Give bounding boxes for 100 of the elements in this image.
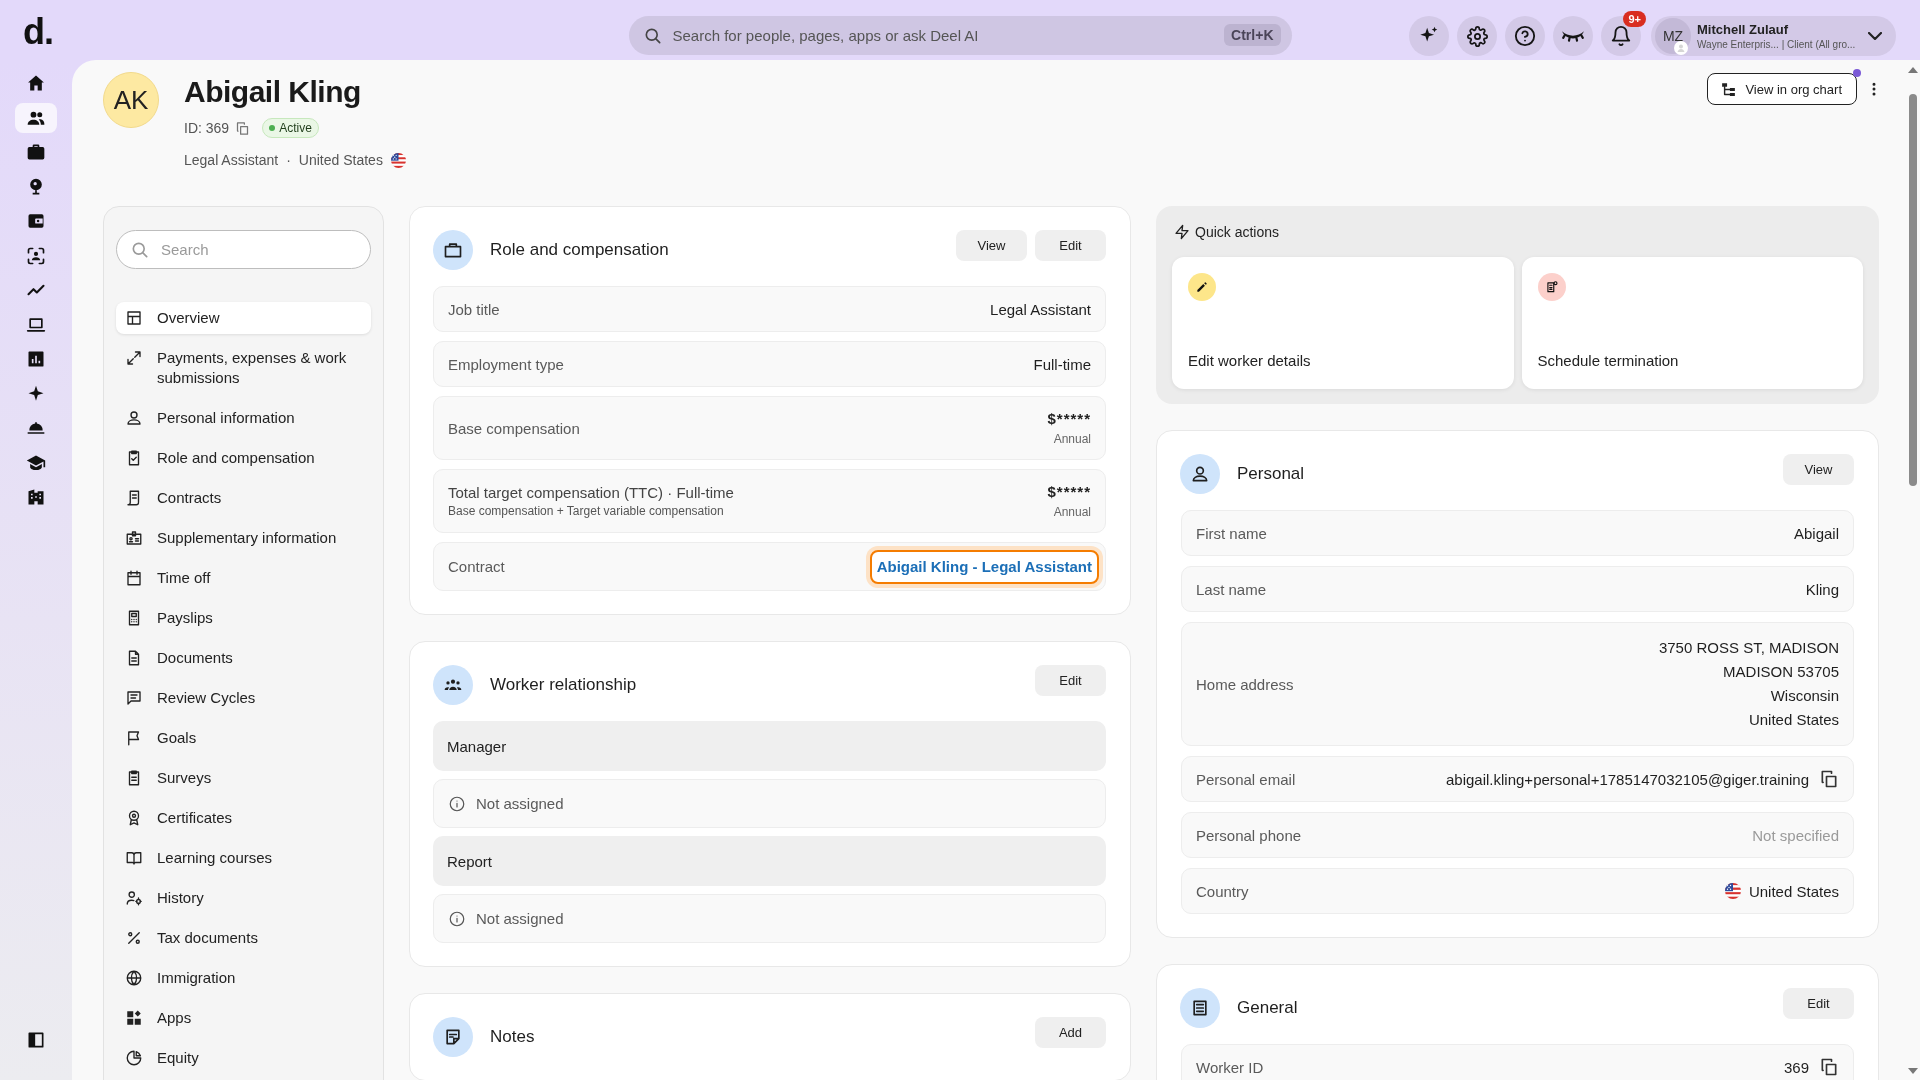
address-line: Wisconsin [1770, 686, 1839, 706]
edit-button[interactable]: Edit [1783, 988, 1854, 1019]
account-menu-button[interactable]: MZ Mitchell Zulauf Wayne Enterpris... | Client (All gro... [1651, 16, 1896, 56]
chevron-down-icon [1868, 32, 1882, 40]
bell-icon [1610, 25, 1632, 47]
copy-icon[interactable] [1819, 1057, 1839, 1077]
address-line: MADISON 53705 [1723, 662, 1839, 682]
sidebar-nav-item[interactable]: Review Cycles [116, 682, 371, 714]
sidebar-nav-item[interactable]: Role and compensation [116, 442, 371, 474]
field-label: Personal phone [1196, 826, 1302, 844]
relationship-heading: Report [433, 836, 1106, 886]
field-value: abigail.kling+personal+1785147032105@giger.training [1446, 770, 1809, 788]
privacy-toggle-button[interactable] [1553, 16, 1593, 56]
person-icon [125, 409, 143, 427]
user-name: Mitchell Zulauf [1697, 21, 1788, 38]
sidebar-nav-item[interactable]: Surveys [116, 762, 371, 794]
layout-icon [125, 309, 143, 327]
field-label: Country [1196, 882, 1249, 900]
sidebar-nav-item[interactable]: Equity [116, 1042, 371, 1074]
scroll-up-icon[interactable] [1907, 67, 1918, 73]
sidebar-nav-item[interactable]: Certificates [116, 802, 371, 834]
flag-icon [1724, 883, 1741, 899]
worker-id: ID: 369 [184, 120, 230, 136]
info-icon [448, 794, 466, 813]
globe-icon [125, 969, 143, 987]
person-gear-icon [125, 889, 143, 907]
edit-button[interactable]: Edit [1035, 665, 1106, 696]
masked-amount: $***** [1047, 483, 1091, 500]
percent-icon [125, 929, 143, 947]
logo[interactable]: d. [23, 12, 53, 52]
field-value: Kling [1805, 580, 1839, 598]
field-label: Total target compensation (TTC) · Full-time [448, 484, 734, 501]
field-label: Worker ID [1196, 1058, 1264, 1076]
edit-button[interactable]: Edit [1035, 230, 1106, 261]
field-value: Legal Assistant [990, 300, 1091, 318]
sidebar-nav-item[interactable]: Time off [116, 562, 371, 594]
sidebar-nav-item[interactable]: Supplementary information [116, 522, 371, 554]
calendar-icon [125, 569, 143, 587]
sidebar-nav-item[interactable]: Goals [116, 722, 371, 754]
sidebar-nav-item[interactable]: Tax documents [116, 922, 371, 954]
pay-frequency: Annual [1053, 505, 1091, 519]
field-label: Contract [448, 558, 505, 575]
sidebar-nav-item[interactable]: Apps [116, 1002, 371, 1034]
copy-icon[interactable] [1819, 769, 1839, 789]
settings-icon [1466, 25, 1488, 47]
field-label: Base compensation [448, 419, 580, 437]
sidebar-nav-item[interactable]: Learning courses [116, 842, 371, 874]
address-line: United States [1748, 710, 1839, 730]
scrollbar-thumb[interactable] [1908, 94, 1917, 486]
field-label: Job title [448, 300, 500, 318]
view-button[interactable]: View [1783, 454, 1854, 485]
sidebar-nav-item[interactable]: Documents [116, 642, 371, 674]
scroll-down-icon[interactable] [1907, 1068, 1918, 1074]
sidebar-nav-item[interactable]: Immigration [116, 962, 371, 994]
worker-avatar: AK [103, 72, 159, 128]
person-frame-icon [26, 245, 46, 266]
empty-value: Not assigned [476, 795, 564, 812]
field-sublabel: Base compensation + Target variable compensation [448, 504, 725, 518]
info-icon [448, 909, 466, 928]
search-field[interactable]: Search [116, 230, 371, 269]
address-line: 3750 ROSS ST, MADISON [1658, 638, 1839, 658]
id-badge-icon [125, 529, 143, 547]
field-value: 369 [1783, 1058, 1809, 1076]
notifications-button[interactable] [1601, 16, 1641, 56]
separator-dot: · [286, 152, 291, 168]
field-value: United States [1748, 882, 1839, 900]
message-icon [125, 689, 143, 707]
field-label: Employment type [448, 355, 564, 373]
sidebar-nav-item[interactable]: History [116, 882, 371, 914]
view-button[interactable]: View [956, 230, 1027, 261]
bar-chart-icon [26, 349, 46, 369]
ai-assistant-button[interactable] [1409, 16, 1449, 56]
diagonal-arrows-icon [125, 349, 143, 367]
org-chart-button[interactable]: View in org chart [1707, 73, 1857, 105]
home-icon [26, 73, 46, 93]
contract-link[interactable]: Abigail Kling - Legal Assistant [865, 545, 1103, 588]
wallet-icon [26, 211, 46, 231]
more-options-icon[interactable] [1871, 81, 1877, 97]
help-button[interactable] [1505, 16, 1545, 56]
card-title: Personal [1237, 464, 1305, 484]
sidebar-nav-item[interactable]: Contracts [116, 482, 371, 514]
empty-value: Not assigned [476, 910, 564, 927]
sidebar-nav-item[interactable]: Payments, expenses & work submissions [116, 342, 371, 394]
sidebar-toggle-icon[interactable] [26, 1030, 46, 1050]
note-icon [433, 1017, 473, 1057]
add-button[interactable]: Add [1035, 1017, 1106, 1048]
sidebar-nav-item[interactable]: Personal information [116, 402, 371, 434]
country-name: United States [298, 152, 383, 168]
sidebar-nav-item[interactable]: Overview [116, 302, 371, 334]
sidebar-nav-item[interactable]: Payslips [116, 602, 371, 634]
relationship-heading: Manager [433, 721, 1106, 771]
quick-action-card[interactable]: Edit worker details [1172, 257, 1514, 389]
quick-action-card[interactable]: Schedule termination [1521, 257, 1863, 389]
rail-nav-item[interactable] [15, 102, 57, 133]
status-dot-icon [269, 125, 276, 131]
job-title: Legal Assistant [184, 152, 279, 168]
settings-button[interactable] [1457, 16, 1497, 56]
person-badge-icon [1674, 41, 1688, 55]
apps-grid-icon [125, 1009, 143, 1027]
list-document-icon [1180, 988, 1220, 1028]
